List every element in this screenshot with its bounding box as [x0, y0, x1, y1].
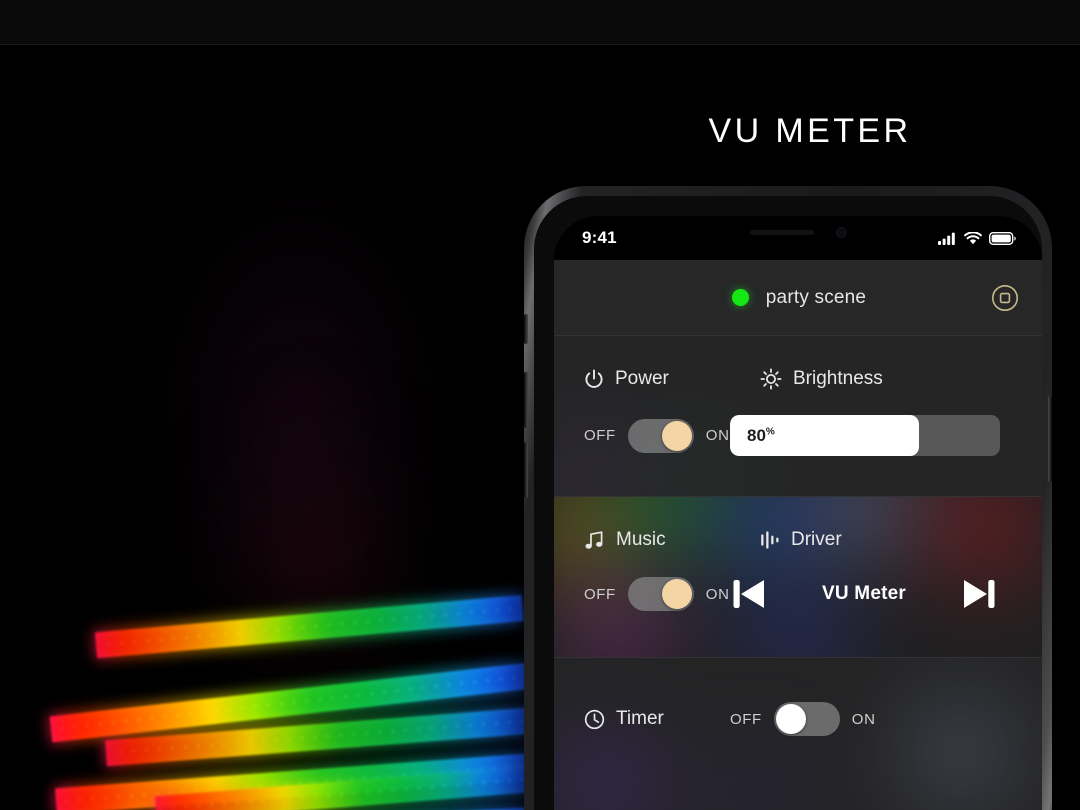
phone-mockup: 9:41 party scene Power Brightness OFF ON… [524, 186, 1052, 810]
wifi-icon [964, 231, 982, 244]
led-strip [92, 592, 526, 661]
scene-center-group[interactable]: party scene [608, 287, 990, 309]
scene-section: party scene [554, 260, 1042, 336]
record-stop-circle-icon[interactable] [990, 283, 1020, 313]
timer-toggle-off-label: OFF [730, 710, 762, 728]
driver-transport-group: VU Meter [730, 576, 998, 612]
power-label: Power [615, 368, 669, 389]
power-toggle-group: OFF ON [554, 418, 730, 453]
scene-name-label: party scene [765, 286, 867, 308]
phone-screen: 9:41 party scene Power Brightness OFF ON… [554, 216, 1042, 810]
screenshot-root: VU METER 9:41 party scene Power Brightne… [0, 0, 1080, 810]
skip-next-icon[interactable] [958, 576, 998, 612]
status-bar-clock: 9:41 [582, 228, 617, 247]
skip-previous-icon[interactable] [730, 576, 770, 612]
phone-power-button[interactable] [1048, 396, 1052, 482]
music-note-icon [584, 530, 605, 550]
signal-bars-icon [938, 232, 955, 245]
battery-full-icon [989, 231, 1016, 245]
timer-label-group: Timer [554, 708, 730, 730]
scene-row: party scene [554, 260, 1042, 335]
music-label-group: Music [554, 529, 760, 551]
timer-toggle-knob [775, 704, 806, 734]
power-brightness-section: Power Brightness OFF ON 80% [554, 336, 1042, 497]
power-toggle-knob [661, 420, 692, 451]
background-haze [90, 45, 510, 605]
app-content: party scene Power Brightness OFF ON 80% … [554, 260, 1042, 810]
brightness-value: 80% [747, 425, 775, 445]
brightness-label-group: Brightness [760, 368, 883, 390]
power-labels-row: Power Brightness [554, 336, 1042, 390]
power-toggle-off-label: OFF [584, 427, 616, 444]
phone-mute-switch[interactable] [524, 314, 528, 344]
music-toggle[interactable] [627, 577, 694, 611]
brightness-slider[interactable]: 80% [730, 415, 1000, 456]
timer-toggle[interactable] [773, 702, 840, 736]
earpiece-speaker-icon [749, 230, 814, 235]
music-driver-section: Music Driver OFF ON VU Meter [554, 497, 1042, 658]
timer-row: Timer OFF ON [554, 658, 1042, 736]
status-bar-icons [938, 231, 1016, 245]
power-icon [584, 368, 604, 390]
front-camera-icon [835, 227, 847, 238]
music-toggle-on-label: ON [705, 585, 730, 603]
phone-bezel: 9:41 party scene Power Brightness OFF ON… [534, 196, 1042, 810]
music-label: Music [616, 529, 666, 550]
driver-label: Driver [791, 529, 842, 550]
timer-section: Timer OFF ON [554, 658, 1042, 810]
music-toggle-off-label: OFF [584, 585, 616, 603]
top-bar [0, 0, 1080, 45]
timer-label: Timer [616, 708, 664, 729]
driver-current-name: VU Meter [822, 583, 906, 604]
phone-volume-up-button[interactable] [524, 372, 528, 428]
background-haze-lower [150, 305, 480, 725]
music-toggle-knob [661, 579, 692, 609]
power-controls-row: OFF ON 80% [554, 390, 1042, 456]
equalizer-bars-icon [760, 530, 780, 550]
power-toggle[interactable] [627, 418, 694, 453]
phone-notch [687, 216, 909, 249]
page-title: VU METER [708, 112, 912, 150]
clock-icon [584, 709, 605, 730]
timer-toggle-on-label: ON [851, 710, 876, 728]
power-label-group: Power [554, 368, 760, 390]
music-toggle-group: OFF ON [554, 577, 730, 611]
scene-status-dot [731, 289, 749, 306]
brightness-sun-icon [760, 368, 782, 390]
music-controls-row: OFF ON VU Meter [554, 551, 1042, 612]
music-labels-row: Music Driver [554, 497, 1042, 551]
power-toggle-on-label: ON [705, 427, 730, 444]
phone-volume-down-button[interactable] [524, 442, 528, 498]
driver-label-group: Driver [760, 529, 842, 551]
brightness-label: Brightness [793, 368, 883, 389]
timer-toggle-group: OFF ON [730, 702, 876, 736]
